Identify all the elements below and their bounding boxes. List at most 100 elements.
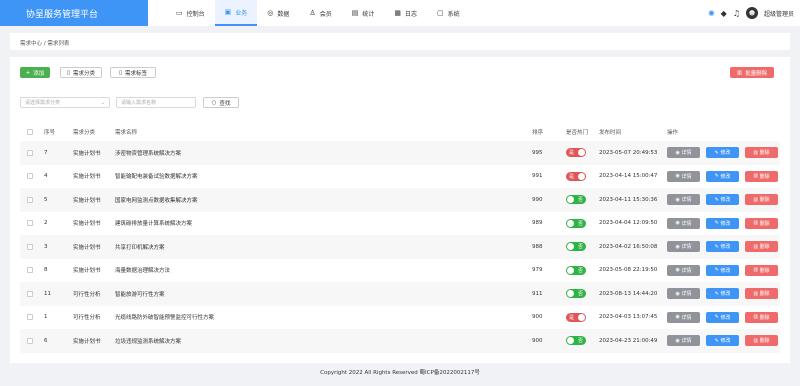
nav-item[interactable]: ▭ 控制台 — [166, 0, 215, 26]
row-checkbox[interactable] — [27, 220, 33, 227]
hot-toggle[interactable]: 是 — [566, 171, 586, 181]
nav-item[interactable]: ◎ 数据 — [257, 0, 299, 26]
breadcrumb-item[interactable]: 需求中心 — [20, 41, 42, 47]
row-checkbox[interactable] — [27, 290, 33, 297]
search-button[interactable]: ○ 查找 — [203, 97, 239, 108]
row-name: 光缆线路防外破智能预警监控可行性方案 — [115, 315, 215, 322]
row-time: 2023-05-08 22:19:50 — [599, 267, 658, 274]
user-name[interactable]: 超级管理员 — [764, 9, 794, 18]
detail-button[interactable]: ◉ 详情 — [667, 335, 700, 347]
settings-icon[interactable]: ✺ — [708, 9, 715, 18]
row-name: 共享打印机解决方案 — [115, 244, 165, 251]
nav-item[interactable]: ▤ 统计 — [342, 0, 385, 26]
row-category: 实施计划书 — [73, 197, 101, 204]
row-checkbox[interactable] — [27, 267, 33, 274]
detail-button[interactable]: ◉ 详情 — [667, 288, 700, 300]
nav-label: 系统 — [447, 10, 460, 18]
row-name: 垃圾违规监测系统解决方案 — [115, 338, 182, 345]
hot-toggle[interactable]: 否 — [566, 336, 586, 346]
hot-toggle[interactable]: 否 — [566, 242, 586, 252]
delete-button[interactable]: ▥ 删除 — [745, 241, 778, 253]
edit-button[interactable]: ✎ 修改 — [706, 241, 739, 253]
hot-toggle[interactable]: 是 — [566, 312, 586, 322]
delete-button[interactable]: ▥ 删除 — [745, 194, 778, 206]
chart-icon: ▤ — [351, 9, 359, 17]
row-checkbox[interactable] — [27, 337, 33, 344]
detail-button[interactable]: ◉ 详情 — [667, 217, 700, 229]
row-category: 实施计划书 — [73, 338, 101, 345]
table-row: 6 实施计划书 垃圾违规监测系统解决方案 900 否 2023-04-23 21:00:4… — [20, 329, 780, 353]
delete-button[interactable]: ▥ 删除 — [745, 264, 778, 276]
detail-button[interactable]: ◉ 详情 — [667, 264, 700, 276]
hot-toggle[interactable]: 否 — [566, 195, 586, 205]
row-time: 2023-04-04 12:09:50 — [599, 220, 658, 227]
delete-button[interactable]: ▥ 删除 — [745, 335, 778, 347]
edit-button[interactable]: ✎ 修改 — [706, 264, 739, 276]
table-row: 8 实施计划书 海量数据治理解决方法 979 否 2023-05-08 22:19:50 ◉… — [20, 259, 780, 283]
select-all-checkbox[interactable] — [27, 129, 33, 135]
skin-icon[interactable]: ◆ — [721, 9, 727, 18]
edit-button[interactable]: ✎ 修改 — [706, 194, 739, 206]
row-time: 2023-04-23 21:00:49 — [599, 337, 658, 344]
row-time: 2023-08-13 14:44:20 — [599, 290, 658, 297]
hot-toggle[interactable]: 否 — [566, 289, 586, 299]
bell-icon[interactable]: ♫ — [733, 9, 740, 18]
app-title[interactable]: 协呈服务管理平台 — [0, 0, 148, 26]
row-sort: 995 — [532, 149, 543, 156]
row-id: 8 — [44, 267, 48, 274]
detail-button[interactable]: ◉ 详情 — [667, 147, 700, 159]
nav-item[interactable]: ♙ 会员 — [299, 0, 341, 26]
row-sort: 989 — [532, 220, 543, 227]
edit-button[interactable]: ✎ 修改 — [706, 147, 739, 159]
row-sort: 988 — [532, 243, 543, 250]
delete-button[interactable]: ▥ 删除 — [745, 147, 778, 159]
hot-toggle[interactable]: 否 — [566, 218, 586, 228]
header-category: 需求分类 — [73, 130, 96, 136]
row-sort: 900 — [532, 337, 543, 344]
detail-button[interactable]: ◉ 详情 — [667, 170, 700, 182]
table-row: 2 实施计划书 建筑碳排放量计算系统解决方案 989 否 2023-04-04 12:09… — [20, 212, 780, 236]
edit-button[interactable]: ✎ 修改 — [706, 288, 739, 300]
header-hot: 是否热门 — [566, 130, 589, 136]
add-button[interactable]: + 添加 — [20, 67, 50, 78]
row-checkbox[interactable] — [27, 314, 33, 321]
edit-button[interactable]: ✎ 修改 — [706, 311, 739, 323]
header-actions: 操作 — [667, 130, 679, 136]
nav-item[interactable]: ▣ 业务 — [214, 0, 258, 26]
hot-toggle[interactable]: 否 — [566, 265, 586, 275]
delete-button[interactable]: ▥ 删除 — [745, 170, 778, 182]
tags-button[interactable]: ▯ 需求标签 — [110, 67, 156, 78]
edit-button[interactable]: ✎ 修改 — [706, 170, 739, 182]
chevron-down-icon: ⌄ — [100, 100, 105, 106]
briefcase-icon: ▣ — [224, 8, 232, 16]
category-select[interactable]: 请选择需求分类 ⌄ — [20, 97, 110, 108]
delete-button[interactable]: ▥ 删除 — [745, 311, 778, 323]
nav-label: 统计 — [362, 10, 375, 18]
detail-button[interactable]: ◉ 详情 — [667, 311, 700, 323]
detail-button[interactable]: ◉ 详情 — [667, 241, 700, 253]
detail-button[interactable]: ◉ 详情 — [667, 194, 700, 206]
toggle-knob — [567, 337, 574, 345]
row-checkbox[interactable] — [27, 173, 33, 180]
row-category: 可行性分析 — [73, 291, 101, 298]
category-button[interactable]: ▯ 需求分类 — [60, 67, 102, 78]
name-search-input[interactable]: 请输入需求名称 — [116, 97, 196, 108]
delete-button[interactable]: ▥ 删除 — [745, 288, 778, 300]
row-id: 4 — [44, 173, 48, 180]
batch-delete-button[interactable]: ▥ 批量删除 — [730, 67, 774, 78]
row-checkbox[interactable] — [27, 196, 33, 203]
row-checkbox[interactable] — [27, 243, 33, 250]
delete-button[interactable]: ▥ 删除 — [745, 217, 778, 229]
nav-item[interactable]: ▢ 系统 — [427, 0, 470, 26]
toggle-knob — [578, 313, 585, 321]
nav-item[interactable]: ▦ 日志 — [384, 0, 427, 26]
system-icon: ▢ — [436, 9, 444, 17]
row-checkbox[interactable] — [27, 149, 33, 156]
hot-toggle[interactable]: 是 — [566, 148, 586, 158]
edit-button[interactable]: ✎ 修改 — [706, 217, 739, 229]
nav-label: 数据 — [277, 10, 290, 18]
monitor-icon: ▭ — [176, 9, 183, 17]
avatar[interactable]: ☻ — [745, 7, 758, 19]
row-name: 海量数据治理解决方法 — [115, 268, 171, 275]
edit-button[interactable]: ✎ 修改 — [706, 335, 739, 347]
